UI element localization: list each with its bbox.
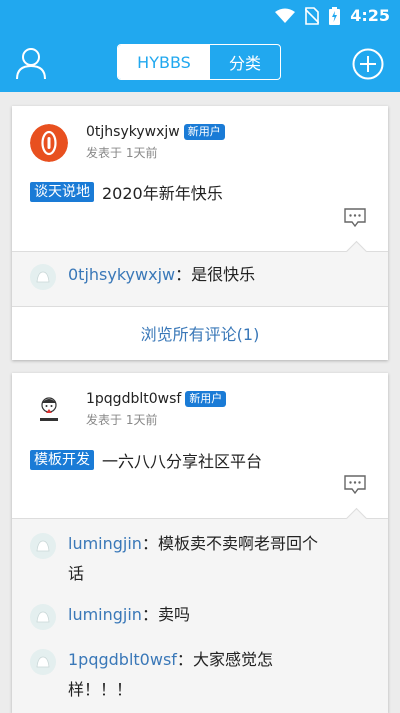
view-all-comments-link[interactable]: 浏览所有评论(1) xyxy=(12,321,388,345)
comment-icon[interactable] xyxy=(344,208,366,228)
status-time: 4:25 xyxy=(350,6,390,25)
new-user-badge: 新用户 xyxy=(185,391,227,407)
segmented-tabs: HYBBS 分类 xyxy=(117,44,281,80)
commenter-name[interactable]: lumingjin xyxy=(68,605,142,624)
comment-text: lumingjin：模板卖不卖啊老哥回个话 xyxy=(68,529,318,589)
comment-item[interactable]: 0tjhsykywxjw：是很快乐 xyxy=(30,264,370,290)
post-content[interactable]: 谈天说地 2020年新年快乐 xyxy=(30,180,223,204)
comment-text: 1pqgdblt0wsf：大家感觉怎样！！！ xyxy=(68,645,273,705)
comment-body-cont: 样！！！ xyxy=(68,680,133,699)
comment-body: 卖吗 xyxy=(157,605,190,624)
tab-category[interactable]: 分类 xyxy=(210,45,280,79)
comment-separator: ： xyxy=(141,605,158,624)
divider xyxy=(12,251,388,252)
comment-body-cont: 话 xyxy=(68,564,85,583)
comment-item[interactable]: lumingjin：模板卖不卖啊老哥回个话 xyxy=(30,533,370,589)
post-time: 发表于 1天前 xyxy=(86,413,158,427)
divider xyxy=(12,306,388,307)
commenter-avatar[interactable] xyxy=(30,649,56,675)
no-sim-icon xyxy=(305,6,320,25)
post-title[interactable]: 2020年新年快乐 xyxy=(102,180,223,204)
category-tag[interactable]: 谈天说地 xyxy=(30,182,94,202)
comment-separator: ： xyxy=(141,534,158,553)
comment-icon[interactable] xyxy=(344,475,366,495)
commenter-name[interactable]: lumingjin xyxy=(68,534,142,553)
divider xyxy=(12,518,388,519)
avatar[interactable] xyxy=(30,124,68,162)
comment-body: 模板卖不卖啊老哥回个 xyxy=(157,534,318,553)
post-time: 发表于 1天前 xyxy=(86,146,158,160)
comment-body: 大家感觉怎 xyxy=(192,650,273,669)
author-name[interactable]: 0tjhsykywxjw xyxy=(86,124,180,140)
user-icon[interactable] xyxy=(14,46,48,80)
comment-body: 是很快乐 xyxy=(191,265,256,284)
comment-separator: ： xyxy=(175,265,192,284)
status-bar: 4:25 xyxy=(0,0,400,32)
add-icon[interactable] xyxy=(352,48,384,80)
commenter-name[interactable]: 0tjhsykywxjw xyxy=(68,265,175,284)
commenter-name[interactable]: 1pqgdblt0wsf xyxy=(68,650,177,669)
tab-hybbs[interactable]: HYBBS xyxy=(118,45,210,79)
post-header: 0tjhsykywxjw 新用户 发表于 1天前 xyxy=(30,124,225,162)
comment-text: 0tjhsykywxjw：是很快乐 xyxy=(68,260,255,290)
comment-text: lumingjin：卖吗 xyxy=(68,600,190,630)
avatar[interactable] xyxy=(30,391,68,429)
author-name[interactable]: 1pqgdblt0wsf xyxy=(86,391,181,407)
app-bar: HYBBS 分类 xyxy=(0,32,400,92)
battery-charging-icon xyxy=(329,6,341,25)
post-card[interactable]: 0tjhsykywxjw 新用户 发表于 1天前 谈天说地 2020年新年快乐 … xyxy=(12,106,388,360)
new-user-badge: 新用户 xyxy=(183,124,225,140)
comment-item[interactable]: 1pqgdblt0wsf：大家感觉怎样！！！ xyxy=(30,649,370,705)
post-title[interactable]: 一六八八分享社区平台 xyxy=(102,448,262,472)
post-card[interactable]: 1pqgdblt0wsf 新用户 发表于 1天前 模板开发 一六八八分享社区平台… xyxy=(12,373,388,713)
wifi-icon xyxy=(275,8,296,23)
comment-item[interactable]: lumingjin：卖吗 xyxy=(30,604,370,630)
commenter-avatar[interactable] xyxy=(30,264,56,290)
commenter-avatar[interactable] xyxy=(30,533,56,559)
commenter-avatar[interactable] xyxy=(30,604,56,630)
post-header: 1pqgdblt0wsf 新用户 发表于 1天前 xyxy=(30,391,227,429)
category-tag[interactable]: 模板开发 xyxy=(30,450,94,470)
post-content[interactable]: 模板开发 一六八八分享社区平台 xyxy=(30,448,262,472)
comment-separator: ： xyxy=(176,650,193,669)
